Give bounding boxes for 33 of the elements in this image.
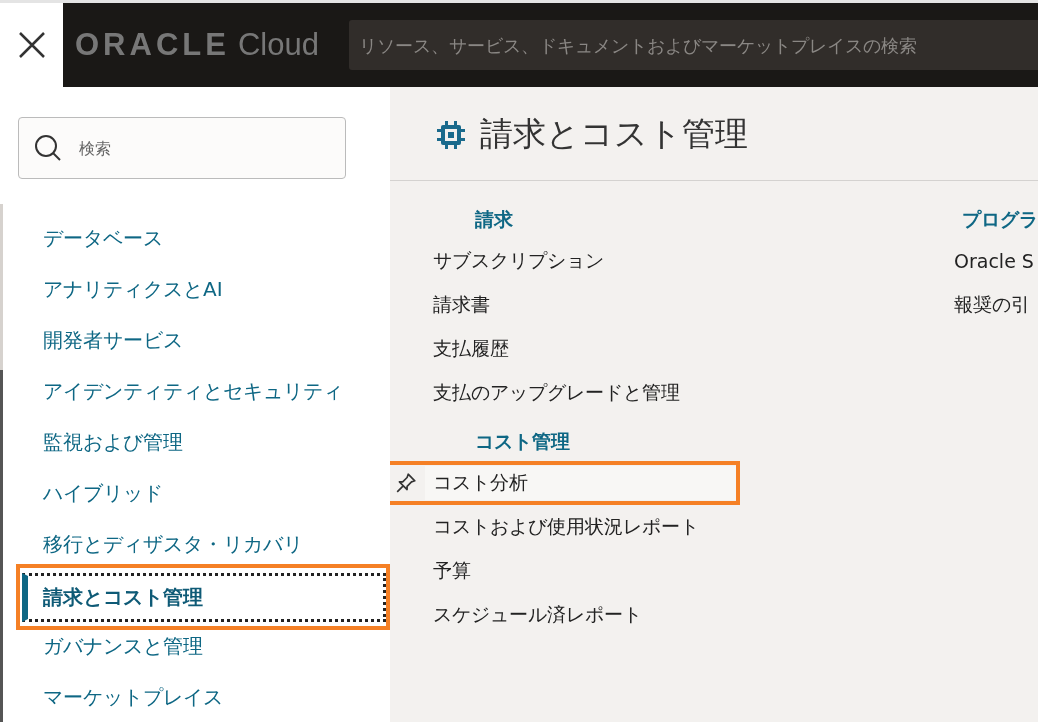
logo-wordmark[interactable]: ORACLE	[75, 27, 230, 63]
sidebar-item[interactable]: 開発者サービス	[20, 327, 183, 354]
panel-title: 請求とコスト管理	[480, 113, 748, 155]
menu-link[interactable]: スケジュール済レポート	[433, 602, 642, 628]
menu-link[interactable]: 支払履歴	[433, 336, 509, 362]
sidebar-item[interactable]: 請求とコスト管理	[22, 572, 386, 622]
section-heading: プログラ	[961, 207, 1038, 232]
menu-link[interactable]: 支払のアップグレードと管理	[433, 380, 680, 406]
global-search-field[interactable]: リソース、サービス、ドキュメントおよびマーケットプレイスの検索	[348, 20, 1038, 70]
pin-icon[interactable]	[395, 472, 417, 494]
section-heading: 請求	[474, 207, 514, 232]
menu-link[interactable]: Oracle S	[954, 250, 1034, 272]
sidebar-item[interactable]: 移行とディザスタ・リカバリ	[20, 531, 303, 558]
menu-link[interactable]: サブスクリプション	[433, 248, 604, 274]
menu-link[interactable]: 請求書	[433, 292, 490, 318]
sidebar-item[interactable]: 監視および管理	[20, 429, 183, 456]
sidebar-item[interactable]: マーケットプレイス	[20, 684, 223, 711]
sidebar-item[interactable]: ハイブリッド	[20, 480, 163, 507]
section-heading: コスト管理	[474, 429, 571, 454]
logo-product-name[interactable]: Cloud	[237, 27, 319, 63]
sidebar-item[interactable]: アナリティクスとAI	[20, 276, 223, 303]
sidebar-item[interactable]: ガバナンスと管理	[20, 633, 203, 660]
menu-link[interactable]: 予算	[433, 558, 471, 584]
sidebar-item[interactable]: データベース	[20, 225, 163, 252]
chip-icon	[436, 119, 466, 150]
menu-link[interactable]: コスト分析	[425, 466, 736, 500]
menu-link[interactable]: 報奨の引	[954, 292, 1030, 318]
search-field[interactable]: 検索	[18, 117, 346, 179]
scrollbar-thumb[interactable]	[0, 370, 3, 722]
sidebar-item[interactable]: アイデンティティとセキュリティ	[20, 378, 343, 405]
close-icon	[16, 30, 47, 60]
menu-link[interactable]: コストおよび使用状況レポート	[433, 514, 699, 540]
search-icon	[34, 134, 62, 162]
